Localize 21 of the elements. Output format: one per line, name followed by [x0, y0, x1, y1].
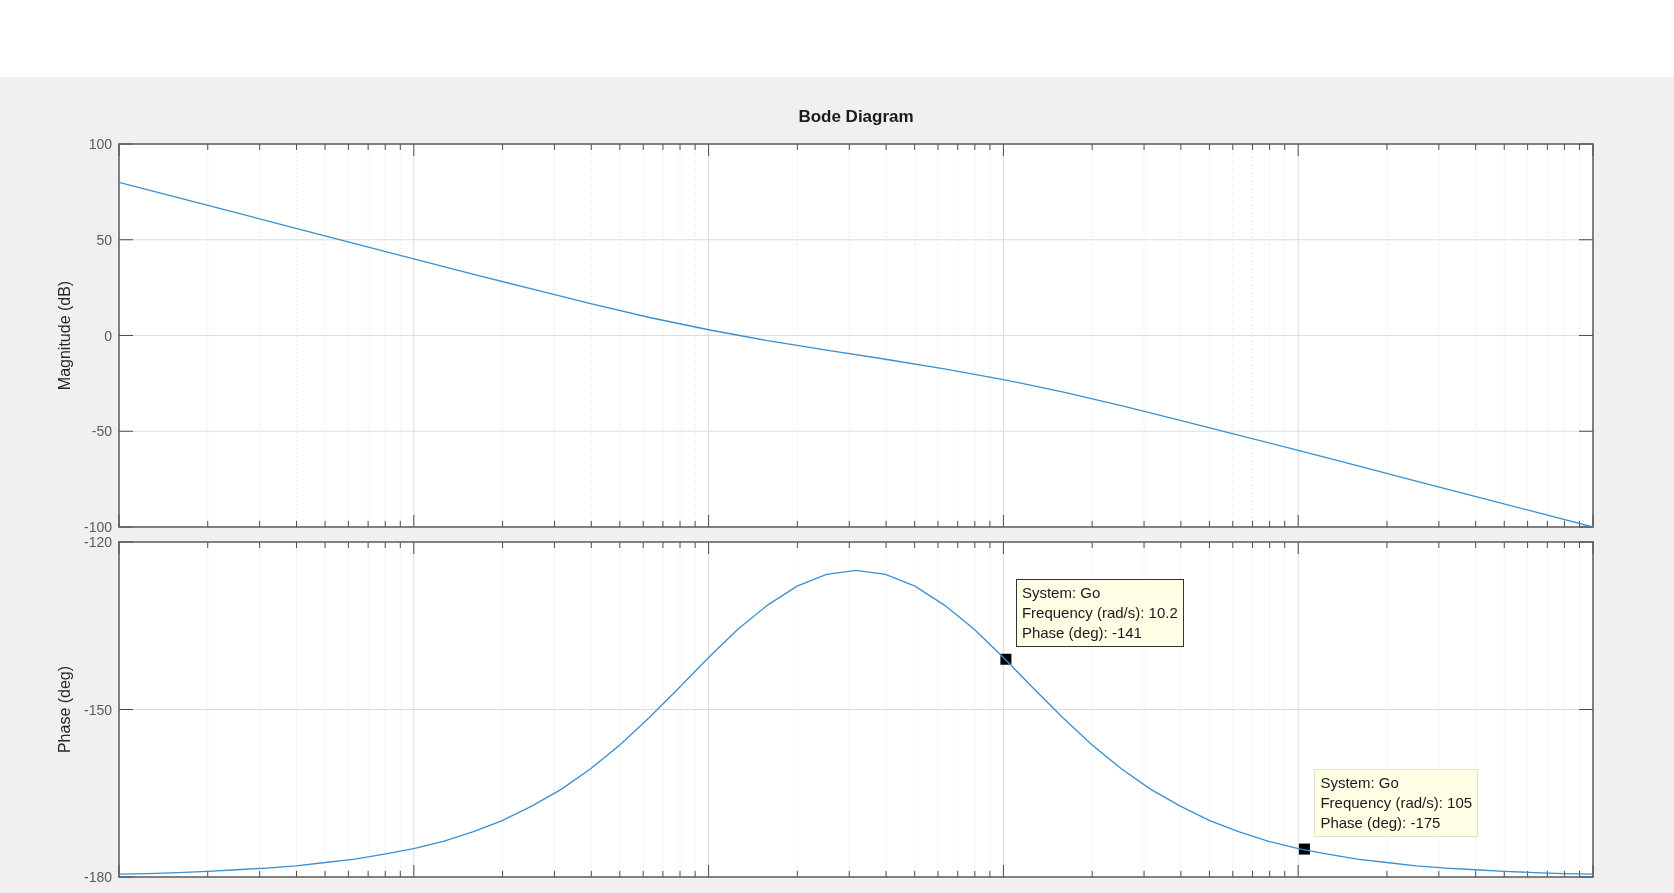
tick-label: 50 — [96, 231, 112, 248]
tick-label: 0 — [104, 327, 112, 344]
tick-label: 100 — [88, 136, 112, 152]
datatip-text: System: Go — [1320, 773, 1400, 794]
datatip[interactable]: System: Go Frequency (rad/s): 10.2 Phase (deg): -141 — [1015, 579, 1184, 648]
axis-label: Magnitude (dB) — [56, 280, 73, 391]
tick-label: -50 — [91, 423, 112, 440]
datatip[interactable]: System: Go Frequency (rad/s): 105 Phase (deg): -175 — [1314, 769, 1479, 838]
datatip-text: Frequency (rad/s): 105 — [1320, 793, 1473, 814]
tick-label: -150 — [83, 701, 112, 718]
datatip-text: Phase (deg): -175 — [1320, 813, 1442, 834]
tick-label: -180 — [83, 869, 112, 885]
plot-title: Bode Diagram — [798, 105, 914, 128]
datatip-marker[interactable] — [1000, 653, 1012, 665]
datatip-marker[interactable] — [1298, 843, 1310, 855]
datatip-text: Frequency (rad/s): 10.2 — [1021, 603, 1178, 624]
datatip-text: System: Go — [1021, 583, 1102, 604]
tick-label: -120 — [83, 535, 112, 550]
tick-label: -100 — [83, 519, 112, 535]
axis-label: Phase (deg) — [56, 665, 73, 754]
datatip-text: Phase (deg): -141 — [1021, 623, 1143, 644]
